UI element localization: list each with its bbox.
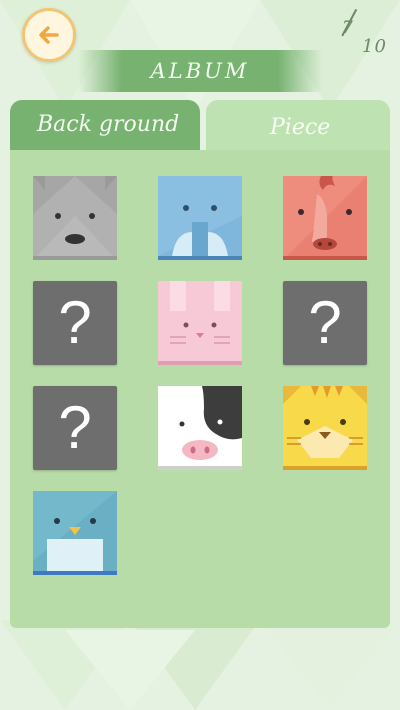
back-button[interactable] <box>22 8 76 62</box>
tab-background-label: Back ground <box>37 112 180 137</box>
hippo-icon <box>33 176 117 260</box>
locked-mark: ? <box>308 289 342 356</box>
piece-locked-2[interactable]: ? <box>283 281 367 365</box>
page-title: ALBUM <box>150 59 250 83</box>
piece-rabbit[interactable] <box>158 281 242 365</box>
piece-penguin[interactable] <box>33 491 117 575</box>
rabbit-icon <box>158 281 242 365</box>
locked-mark: ? <box>58 289 92 356</box>
piece-locked-1[interactable]: ? <box>33 281 117 365</box>
tab-piece-label: Piece <box>270 115 331 140</box>
piece-tiger[interactable] <box>283 386 367 470</box>
album-panel: Back ground Piece ? ? ? <box>10 100 390 628</box>
piece-elephant[interactable] <box>158 176 242 260</box>
piece-hippo[interactable] <box>33 176 117 260</box>
horse-icon <box>283 176 367 260</box>
progress-current: 7 <box>342 18 353 38</box>
piece-horse[interactable] <box>283 176 367 260</box>
penguin-icon <box>33 491 117 575</box>
back-arrow-icon <box>39 26 59 44</box>
elephant-icon <box>158 176 242 260</box>
tiger-icon <box>283 386 367 470</box>
title-banner: ALBUM <box>78 50 322 92</box>
cow-icon <box>158 386 242 470</box>
album-progress: 7 10 <box>336 8 396 68</box>
piece-cow[interactable] <box>158 386 242 470</box>
locked-mark: ? <box>58 394 92 461</box>
piece-locked-3[interactable]: ? <box>33 386 117 470</box>
progress-total: 10 <box>362 36 387 57</box>
